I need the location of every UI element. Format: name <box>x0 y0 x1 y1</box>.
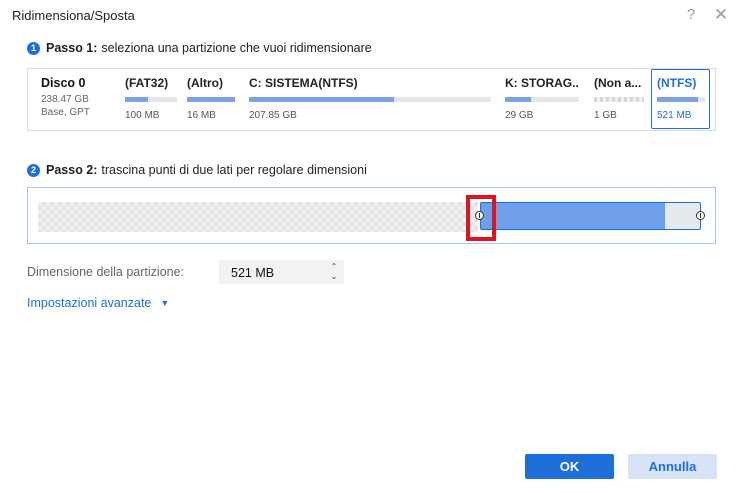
cancel-button[interactable]: Annulla <box>628 454 717 479</box>
partition-unallocated[interactable]: (Non a... 1 GB <box>594 76 644 121</box>
help-icon[interactable]: ? <box>681 5 701 25</box>
step2-number-badge: 2 <box>27 163 40 177</box>
partition-label: K: STORAG... <box>505 76 579 90</box>
partition-usage-bar <box>657 97 705 102</box>
partition-usage-fill <box>125 97 149 102</box>
partition-k-storage[interactable]: K: STORAG... 29 GB <box>505 76 579 121</box>
partition-c-sistema[interactable]: C: SISTEMA(NTFS) 207.85 GB <box>249 76 491 121</box>
partition-size: 1 GB <box>594 110 617 121</box>
partition-size: 207.85 GB <box>249 110 297 121</box>
partition-usage-bar <box>249 97 491 102</box>
partition-fat32[interactable]: (FAT32) 100 MB <box>125 76 177 121</box>
spin-down-icon[interactable]: ⌄ <box>328 272 340 282</box>
resize-handle-right[interactable] <box>696 211 705 220</box>
partition-size-label: Dimensione della partizione: <box>27 265 185 279</box>
step2-text: trascina punti di due lati per regolare … <box>101 163 367 177</box>
partition-usage-bar <box>125 97 177 102</box>
spin-up-icon[interactable]: ⌃ <box>328 262 340 272</box>
partition-usage-fill <box>657 97 698 102</box>
partition-altro[interactable]: (Altro) 16 MB <box>187 76 235 121</box>
partition-usage-bar <box>505 97 579 102</box>
advanced-settings-label: Impostazioni avanzate <box>27 296 152 310</box>
partition-usage-fill <box>249 97 395 102</box>
partition-ntfs-selected[interactable]: (NTFS) 521 MB <box>651 69 710 129</box>
partition-size-row: Dimensione della partizione: 521 MB ⌃ ⌄ <box>27 260 344 284</box>
partition-usage-fill <box>505 97 531 102</box>
partition-size: 100 MB <box>125 110 160 121</box>
partition-label: C: SISTEMA(NTFS) <box>249 76 358 90</box>
partition-usage-bar <box>594 97 644 102</box>
title-bar: Ridimensiona/Sposta ? ✕ <box>0 0 744 30</box>
resize-panel <box>27 187 716 244</box>
size-spinner[interactable]: ⌃ ⌄ <box>328 262 340 282</box>
partition-label: (NTFS) <box>657 76 697 90</box>
partition-label: (Altro) <box>187 76 223 90</box>
step2-label: Passo 2: <box>46 163 98 177</box>
advanced-settings-toggle[interactable]: Impostazioni avanzate ▼ <box>27 296 169 310</box>
partition-usage-bar <box>187 97 235 102</box>
step1-heading: 1 Passo 1: seleziona una partizione che … <box>27 41 372 55</box>
highlight-annotation <box>466 195 496 241</box>
partition-label: (FAT32) <box>125 76 169 90</box>
partition-label: (Non a... <box>594 76 642 90</box>
disk-map-panel: Disco 0 238.47 GB Base, GPT (FAT32) 100 … <box>27 68 716 131</box>
disk-info: Disco 0 238.47 GB Base, GPT <box>41 76 90 118</box>
partition-size-value: 521 MB <box>231 266 275 280</box>
close-icon[interactable]: ✕ <box>711 5 731 25</box>
partition-size-input[interactable]: 521 MB ⌃ ⌄ <box>219 260 344 284</box>
disk-type: Base, GPT <box>41 107 90 118</box>
partition-used-fill <box>481 203 665 229</box>
partition-usage-fill <box>187 97 235 102</box>
partition-size: 16 MB <box>187 110 216 121</box>
window-title: Ridimensiona/Sposta <box>12 8 135 23</box>
step2-heading: 2 Passo 2: trascina punti di due lati pe… <box>27 163 367 177</box>
free-space-area <box>38 202 478 232</box>
step1-label: Passo 1: <box>46 41 98 55</box>
ok-button[interactable]: OK <box>525 454 614 479</box>
disk-name: Disco 0 <box>41 76 86 90</box>
partition-size: 29 GB <box>505 110 534 121</box>
disk-size: 238.47 GB <box>41 94 89 105</box>
caret-down-icon: ▼ <box>160 298 170 308</box>
partition-size: 521 MB <box>657 110 692 121</box>
step1-text: seleziona una partizione che vuoi ridime… <box>101 41 372 55</box>
step1-number-badge: 1 <box>27 41 40 55</box>
partition-resize-block[interactable] <box>480 202 701 230</box>
